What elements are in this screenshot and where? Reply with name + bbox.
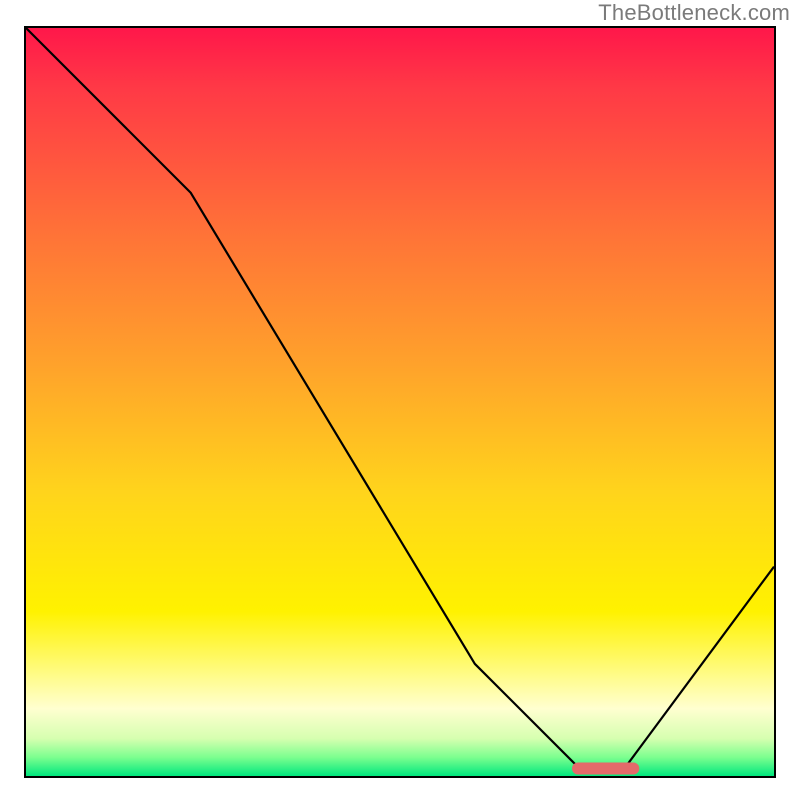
plot-area xyxy=(24,26,776,778)
optimal-marker xyxy=(572,763,639,775)
watermark-text: TheBottleneck.com xyxy=(598,0,790,26)
plot-svg xyxy=(26,28,774,776)
bottleneck-curve xyxy=(26,28,774,769)
chart-container: TheBottleneck.com xyxy=(0,0,800,800)
